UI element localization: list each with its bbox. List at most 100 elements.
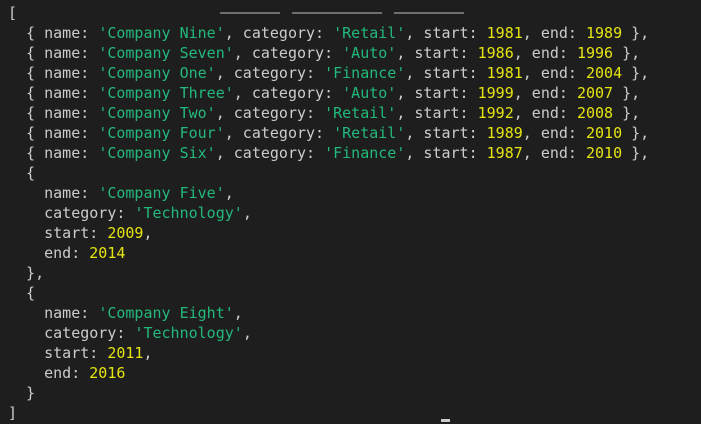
output-line: { name: 'Company Seven', category: 'Auto… [0,43,701,63]
code-token: , category: [215,104,325,122]
number-token: 2007 [576,84,614,102]
output-line: name: 'Company Eight', [0,303,701,323]
code-token: , end: [513,104,577,122]
number-token: 1981 [486,64,523,82]
code-token: , [143,344,153,362]
code-token: category: [8,324,135,342]
string-token: 'Retail' [324,104,397,122]
output-line: { name: 'Company Six', category: 'Financ… [0,143,701,163]
number-token: 2011 [107,344,144,362]
number-token: 1987 [486,144,523,162]
number-token: 1999 [477,84,514,102]
code-token: { name: [8,144,99,162]
code-token: }, [622,24,650,42]
number-token: 2014 [89,244,126,262]
code-token: , start: [396,104,478,122]
code-token: start: [8,224,108,242]
code-token: , end: [522,124,586,142]
output-line: ] [0,403,701,423]
code-token: , category: [224,124,334,142]
output-lines: [ { name: 'Company Nine', category: 'Ret… [0,3,701,423]
string-token: 'Company One' [98,64,216,82]
code-token: { name: [8,104,99,122]
output-line: } [0,383,701,403]
output-line: end: 2014 [0,243,701,263]
code-token: { name: [8,84,99,102]
output-line: }, [0,263,701,283]
number-token: 1986 [477,44,514,62]
code-token: , end: [522,24,586,42]
string-token: 'Company Six' [98,144,216,162]
output-line: { name: 'Company Two', category: 'Retail… [0,103,701,123]
code-token: , [242,204,252,222]
code-token: , start: [405,144,487,162]
code-token: { [8,284,36,302]
code-token: , [233,304,243,322]
code-token: , end: [522,144,586,162]
code-token: , end: [513,84,577,102]
code-token: { name: [8,24,99,42]
output-line: { [0,283,701,303]
number-token: 2009 [107,224,144,242]
code-token: }, [622,144,650,162]
output-line: { name: 'Company One', category: 'Financ… [0,63,701,83]
code-token: start: [8,344,108,362]
string-token: 'Company Two' [98,104,216,122]
code-token: , category: [215,144,325,162]
number-token: 1989 [486,124,523,142]
code-token: , start: [396,84,478,102]
string-token: 'Company Four' [98,124,225,142]
number-token: 2004 [586,64,623,82]
code-token: , [143,224,153,242]
code-token: , category: [215,64,325,82]
number-token: 1996 [576,44,614,62]
output-line: start: 2009, [0,223,701,243]
output-line: { name: 'Company Three', category: 'Auto… [0,83,701,103]
string-token: 'Company Nine' [98,24,225,42]
number-token: 2010 [586,124,623,142]
output-line: { name: 'Company Nine', category: 'Retai… [0,23,701,43]
code-token: , start: [405,24,487,42]
code-token: name: [8,184,99,202]
number-token: 1981 [486,24,523,42]
output-line: category: 'Technology', [0,323,701,343]
string-token: 'Retail' [333,124,406,142]
code-token: , [224,184,234,202]
code-token: }, [8,264,45,282]
output-line: { name: 'Company Four', category: 'Retai… [0,123,701,143]
code-token: , start: [405,64,487,82]
string-token: 'Retail' [333,24,406,42]
code-token: , end: [513,44,577,62]
code-token: }, [613,104,641,122]
code-token: { name: [8,64,99,82]
number-token: 2016 [89,364,126,382]
code-token: [ [8,4,18,22]
string-token: 'Company Five' [98,184,225,202]
code-token: , category: [233,84,343,102]
string-token: 'Company Eight' [98,304,234,322]
code-token: name: [8,304,99,322]
code-token: }, [613,44,641,62]
code-token: { name: [8,44,99,62]
string-token: 'Company Seven' [98,44,234,62]
code-token: } [8,384,36,402]
string-token: 'Finance' [324,144,406,162]
string-token: 'Auto' [342,84,397,102]
code-token: }, [613,84,641,102]
code-token: { [8,164,36,182]
string-token: 'Auto' [342,44,397,62]
output-line: { [0,163,701,183]
code-token: , [242,324,252,342]
code-token: }, [622,124,650,142]
string-token: 'Finance' [324,64,406,82]
text-cursor [441,419,450,422]
terminal-output: [ { name: 'Company Nine', category: 'Ret… [0,0,701,424]
string-token: 'Technology' [134,204,243,222]
code-token: ] [8,404,18,422]
string-token: 'Company Three' [98,84,234,102]
code-token: category: [8,204,135,222]
number-token: 2008 [576,104,614,122]
code-token: , start: [405,124,487,142]
code-token: }, [622,64,650,82]
code-token: end: [8,244,90,262]
